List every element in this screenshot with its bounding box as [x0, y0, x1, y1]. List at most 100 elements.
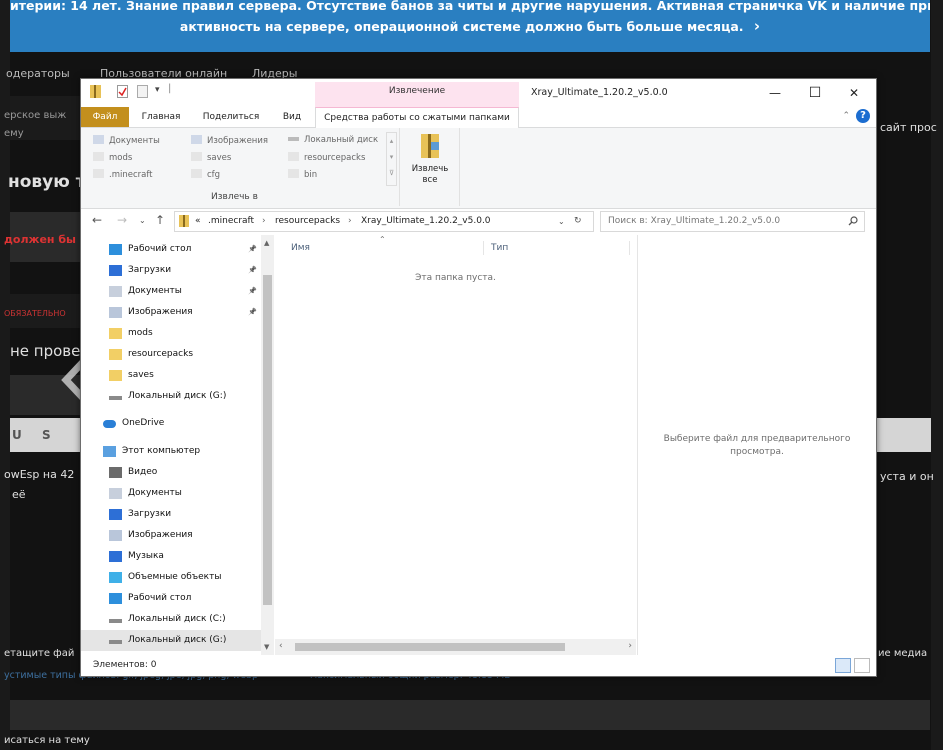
nav-item[interactable]: Музыка	[81, 546, 261, 567]
nav-item[interactable]: Этот компьютер	[81, 441, 261, 462]
recent-locations-icon[interactable]: ⌄	[139, 216, 146, 225]
nav-item[interactable]: saves	[81, 365, 261, 386]
help-icon[interactable]: ?	[856, 109, 870, 123]
address-box[interactable]: « .minecraft › resourcepacks › Xray_Ulti…	[174, 211, 594, 232]
nav-item[interactable]: Загрузки	[81, 504, 261, 525]
list-scroll-thumb[interactable]	[295, 643, 565, 651]
scroll-right-icon[interactable]: ›	[628, 641, 632, 651]
file-list-pane[interactable]: Имя ⌃ Тип Эта папка пуста.	[275, 235, 636, 655]
tab-home[interactable]: Главная	[133, 107, 189, 127]
breadcrumb-overflow[interactable]: «	[195, 212, 201, 231]
pin-icon[interactable]: 📌	[248, 281, 257, 302]
refresh-icon[interactable]: ↻	[574, 212, 582, 231]
nav-item[interactable]: Локальный диск (G:)	[81, 630, 261, 651]
nav-item-label: Изображения	[128, 307, 193, 317]
extract-to-minecraft[interactable]: .minecraft	[93, 169, 153, 180]
nav-item[interactable]: OneDrive	[81, 413, 261, 434]
nav-item-label: Рабочий стол	[128, 593, 192, 603]
nav-scroll-thumb[interactable]	[263, 275, 272, 605]
address-dropdown-icon[interactable]: ⌄	[558, 212, 565, 231]
pictures-icon	[109, 307, 122, 318]
extract-to-cfg[interactable]: cfg	[191, 169, 220, 180]
extract-to-documents[interactable]: Документы	[93, 135, 160, 146]
search-icon[interactable]	[848, 216, 858, 226]
nav-item[interactable]: Изображения	[81, 525, 261, 546]
folder-icon	[109, 349, 122, 360]
details-view-icon[interactable]	[835, 658, 851, 673]
context-tab-extract[interactable]: Извлечение	[315, 82, 519, 107]
gallery-scroll[interactable]: ▴ ▾ ⊽	[386, 132, 397, 186]
column-divider[interactable]	[483, 241, 484, 255]
back-button[interactable]: ←	[92, 213, 102, 227]
tab-share[interactable]: Поделиться	[193, 107, 269, 127]
column-divider[interactable]	[629, 241, 630, 255]
nav-item[interactable]: resourcepacks	[81, 344, 261, 365]
nav-item[interactable]: mods	[81, 323, 261, 344]
editor-toolbar-right	[875, 418, 931, 452]
nav-item[interactable]: Документы	[81, 483, 261, 504]
quick-access-dropdown-icon[interactable]: ▾	[155, 85, 160, 95]
extract-to-saves[interactable]: saves	[191, 152, 231, 163]
search-box[interactable]: Поиск в: Xray_Ultimate_1.20.2_v5.0.0	[600, 211, 865, 232]
strike-button[interactable]: S	[42, 428, 51, 442]
breadcrumb-separator-icon[interactable]: ›	[348, 212, 352, 231]
breadcrumb-minecraft[interactable]: .minecraft	[208, 212, 254, 231]
forward-button[interactable]: →	[117, 213, 127, 227]
pin-icon[interactable]: 📌	[248, 239, 257, 260]
extract-to-mods[interactable]: mods	[93, 152, 132, 163]
column-header-name[interactable]: Имя	[291, 243, 310, 253]
preview-pane: Выберите файл для предварительного просм…	[637, 235, 876, 655]
minimize-button[interactable]: —	[760, 82, 790, 104]
nav-item[interactable]: Локальный диск (G:)	[81, 386, 261, 407]
list-horizontal-scrollbar[interactable]: ‹ ›	[275, 639, 636, 655]
tab-view[interactable]: Вид	[273, 107, 311, 127]
nav-item-label: Локальный диск (G:)	[128, 635, 227, 645]
nav-item[interactable]: Рабочий стол 📌	[81, 239, 261, 260]
scroll-up-icon[interactable]: ▲	[264, 239, 269, 247]
up-button[interactable]: ↑	[155, 213, 165, 227]
breadcrumb-separator-icon[interactable]: ›	[262, 212, 266, 231]
tab-compressed-tools[interactable]: Средства работы со сжатыми папками	[315, 107, 519, 129]
status-bar: Элементов: 0	[81, 656, 876, 676]
extract-all-button[interactable]: Извлечь все	[407, 132, 453, 186]
pin-icon[interactable]: 📌	[248, 302, 257, 323]
folder-zip-icon	[90, 85, 101, 98]
folder-icon	[191, 169, 202, 178]
extract-to-local-disk[interactable]: Локальный диск	[288, 135, 378, 145]
nav-item-label: Локальный диск (C:)	[128, 614, 226, 624]
extract-to-bin[interactable]: bin	[288, 169, 317, 180]
nav-item[interactable]: Видео	[81, 462, 261, 483]
bg-text: сайт прос	[880, 121, 937, 134]
nav-item[interactable]: Объемные объекты	[81, 567, 261, 588]
nav-item[interactable]: Рабочий стол	[81, 588, 261, 609]
pin-icon[interactable]: 📌	[248, 260, 257, 281]
maximize-button[interactable]: ☐	[800, 82, 830, 104]
bg-heading: новую т	[8, 172, 86, 192]
extract-to-pictures[interactable]: Изображения	[191, 135, 268, 146]
scroll-left-icon[interactable]: ‹	[279, 641, 283, 651]
properties-icon[interactable]	[117, 85, 128, 98]
underline-button[interactable]: U	[12, 428, 22, 442]
tab-file[interactable]: Файл	[81, 107, 129, 127]
scroll-down-icon[interactable]: ▼	[264, 643, 269, 651]
nav-item[interactable]: Локальный диск (C:)	[81, 609, 261, 630]
criteria-banner[interactable]: итерии: 14 лет. Знание правил сервера. О…	[10, 0, 930, 52]
breadcrumb-xray[interactable]: Xray_Ultimate_1.20.2_v5.0.0	[361, 212, 491, 231]
nav-item[interactable]: Загрузки 📌	[81, 260, 261, 281]
nav-item[interactable]: Документы 📌	[81, 281, 261, 302]
new-folder-icon[interactable]	[137, 85, 148, 98]
title-bar[interactable]: ▾ | Извлечение Xray_Ultimate_1.20.2_v5.0…	[81, 79, 876, 107]
large-icons-view-icon[interactable]	[854, 658, 870, 673]
bg-text[interactable]: исаться на тему	[4, 735, 90, 746]
banner-chevron-icon: ›	[753, 17, 761, 35]
column-header-type[interactable]: Тип	[491, 243, 508, 253]
nav-moderators[interactable]: одераторы	[6, 67, 70, 80]
nav-item[interactable]: Изображения 📌	[81, 302, 261, 323]
banner-line-2: активность на сервере, операционной сист…	[179, 19, 744, 34]
folder-zip-icon	[179, 215, 189, 227]
collapse-ribbon-icon[interactable]: ⌃	[842, 111, 850, 121]
close-button[interactable]: ✕	[839, 82, 869, 104]
nav-vertical-scrollbar[interactable]: ▲ ▼	[261, 235, 274, 655]
extract-to-resourcepacks[interactable]: resourcepacks	[288, 152, 365, 163]
breadcrumb-resourcepacks[interactable]: resourcepacks	[275, 212, 340, 231]
